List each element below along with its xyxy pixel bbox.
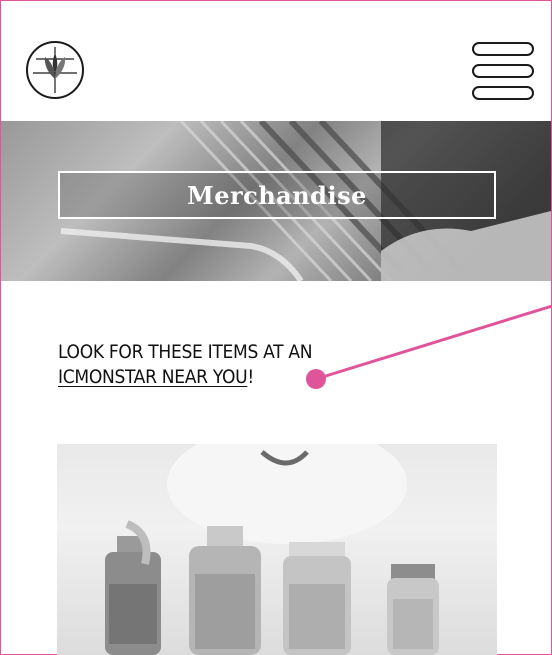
annotation-dot-icon: [306, 369, 326, 389]
product-photo: [57, 444, 497, 655]
glass-bottles-image: [105, 444, 439, 655]
